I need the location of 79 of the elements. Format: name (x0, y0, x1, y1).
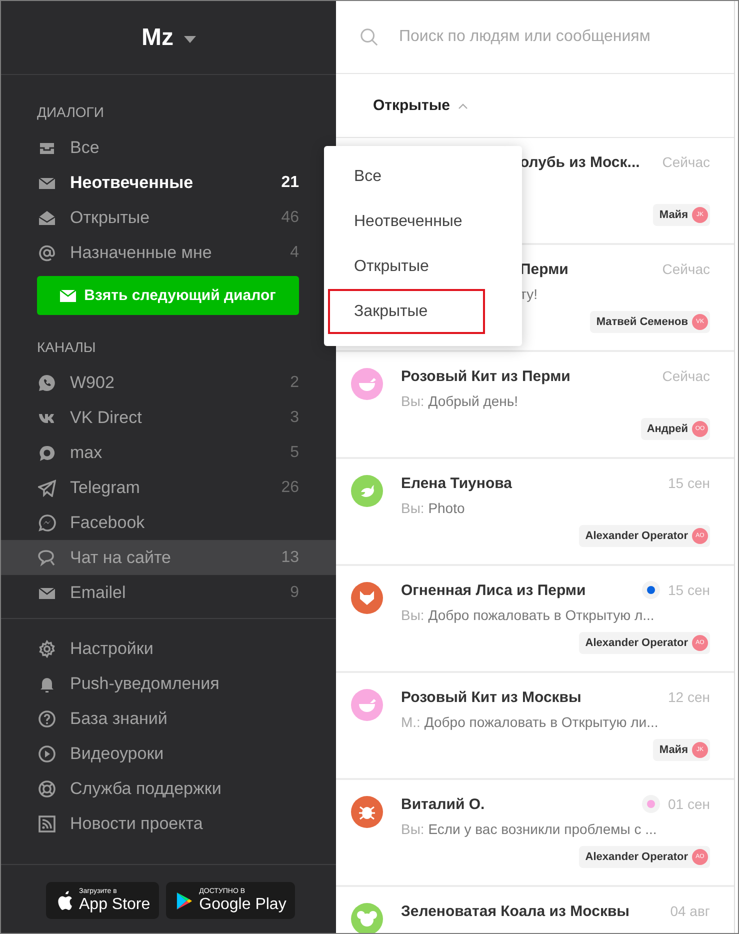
nav-link[interactable]: Push-уведомления (70, 674, 299, 694)
at-sign-icon (38, 244, 56, 262)
nav-label: Открытые (70, 208, 151, 228)
envelope-icon (60, 290, 76, 302)
nav-item[interactable]: Чат на сайте 13 (1, 540, 336, 575)
nav-label: Неотвеченные (70, 172, 194, 192)
nav-label: Emailel (70, 582, 127, 602)
nav-item[interactable]: max 5 (1, 435, 336, 470)
contact-name: Виталий О. (401, 796, 486, 812)
speech-bubble-icon (38, 444, 56, 462)
message-preview: М.: Добро пожаловать в Открытую ли... (401, 714, 660, 732)
chat-bubbles-icon (38, 548, 56, 566)
play-icon (38, 744, 56, 762)
message-preview: Вы: Photo (401, 500, 466, 518)
count-label: 46 (281, 208, 299, 226)
timestamp: 04 авг (670, 903, 710, 919)
contact-name: Зеленоватая Коала из Москвы (401, 902, 630, 920)
count-label: 13 (281, 548, 299, 566)
nav-label: max (70, 442, 104, 462)
nav-item[interactable]: Emailel 9 (1, 575, 336, 610)
nav-label: Telegram (70, 478, 141, 498)
help-icon (38, 710, 56, 728)
nav-link[interactable]: Настройки (70, 638, 299, 658)
open-envelope-icon (38, 208, 56, 226)
count-label: 5 (290, 444, 299, 462)
nav-item[interactable]: VK Direct 3 (1, 400, 336, 435)
contact-name: Огненная Лиса из Перми (401, 582, 587, 598)
nav-label: VK Direct (70, 408, 143, 428)
timestamp: 15 сен (668, 582, 710, 598)
phone-bubble-icon (38, 374, 56, 392)
search-field[interactable]: Поиск по людям или сообщениям (399, 28, 699, 46)
lifebuoy-icon (38, 780, 56, 798)
nav-link[interactable]: Служба поддержки (70, 778, 299, 798)
count-label: 2 (290, 374, 299, 392)
count-label: 21 (281, 174, 299, 192)
timestamp: Сейчас (662, 368, 710, 384)
contact-name: Елена Тиунова (401, 474, 513, 492)
message-preview: Вы: Добро пожаловать в Открытую л... (401, 607, 656, 625)
message-preview: Вы: Если у вас возникли проблемы с ... (401, 821, 658, 839)
nav-label: W902 (70, 372, 116, 392)
contact-name: олубь из Моск... (519, 154, 641, 170)
nav-link[interactable]: Видеоуроки (70, 744, 299, 764)
timestamp: 12 сен (668, 689, 710, 705)
caret-icon (184, 36, 196, 42)
nav-label: Чат на сайте (70, 548, 172, 568)
message-preview: Вы: Добрый день! (401, 393, 520, 411)
count-label: 9 (290, 584, 299, 602)
nav-link[interactable]: Новости проекта (70, 814, 299, 834)
contact-name: Розовый Кит из Перми (401, 368, 572, 384)
nav-label: Facebook (70, 512, 146, 532)
count-label: 4 (290, 244, 299, 262)
lightning-bubble-icon (38, 514, 56, 532)
nav-label: Назначенные мне (70, 242, 213, 262)
nav-item[interactable]: Facebook (1, 505, 336, 540)
section-heading: КАНАЛЫ (36, 338, 97, 357)
dropdown-item[interactable]: Закрытые (328, 289, 485, 334)
timestamp: 01 сен (668, 796, 710, 812)
workspace-name[interactable]: Mz (142, 24, 174, 52)
timestamp: Сейчас (662, 154, 710, 170)
filter-dropdown[interactable]: Открытые (373, 97, 468, 114)
nav-item[interactable]: Telegram 26 (1, 470, 336, 505)
rss-icon (38, 814, 56, 832)
conversation-row[interactable]: Зеленоватая Коала из Москвы 04 авг (336, 887, 734, 933)
count-label: 3 (290, 408, 299, 426)
nav-label: Все (70, 138, 100, 158)
paper-plane-icon (38, 478, 56, 496)
play-triangle-icon (176, 890, 194, 910)
contact-name: Розовый Кит из Москвы (401, 688, 582, 706)
apple-icon (56, 890, 73, 910)
chevron-up-icon (458, 102, 468, 108)
search-icon (360, 28, 379, 46)
nav-item[interactable]: W902 2 (1, 365, 336, 400)
section-heading: ДИАЛОГИ (36, 103, 105, 122)
gear-icon (38, 640, 56, 658)
nav-link[interactable]: База знаний (70, 708, 299, 728)
message-preview: ту! (519, 286, 538, 304)
timestamp: 15 сен (668, 475, 710, 491)
timestamp: Сейчас (662, 261, 710, 277)
count-label: 26 (281, 478, 299, 496)
